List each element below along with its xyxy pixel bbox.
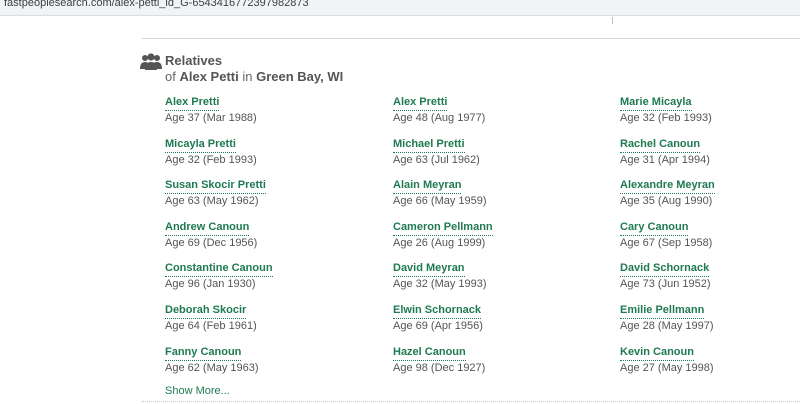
relative-entry: Alain Meyran Age 66 (May 1959) (393, 175, 593, 207)
relative-name-link[interactable]: David Meyran (393, 262, 465, 278)
separator-tick (612, 17, 613, 24)
relative-age: Age 64 (Feb 1961) (165, 320, 257, 332)
relative-name-link[interactable]: Hazel Canoun (393, 346, 466, 361)
relative-name-link[interactable]: Alain Meyran (393, 179, 462, 195)
relative-age: Age 35 (Aug 1990) (620, 195, 713, 208)
relative-entry: Cary Canoun Age 67 (Sep 1958) (620, 217, 800, 249)
bottom-divider (142, 401, 800, 403)
relative-entry: Constantine Canoun Age 96 (Jan 1930) (165, 258, 365, 290)
relative-name-link[interactable]: Alex Pretti (165, 96, 220, 111)
relative-entry: Alex Pretti Age 48 (Aug 1977) (393, 92, 593, 124)
relative-age: Age 28 (May 1997) (620, 320, 714, 332)
relative-name-link[interactable]: Michael Pretti (393, 138, 465, 153)
relative-entry: David Meyran Age 32 (May 1993) (393, 258, 593, 290)
relative-name-link[interactable]: Cary Canoun (620, 221, 689, 236)
relative-age: Age 73 (Jun 1952) (620, 278, 711, 291)
relative-entry: Elwin Schornack Age 69 (Apr 1956) (393, 300, 593, 332)
relative-name-link[interactable]: Elwin Schornack (393, 304, 482, 319)
relative-name-link[interactable]: Marie Micayla (620, 96, 692, 111)
relative-entry: Michael Pretti Age 63 (Jul 1962) (393, 134, 593, 166)
relative-age: Age 62 (May 1963) (165, 361, 259, 374)
relative-age: Age 67 (Sep 1958) (620, 236, 713, 249)
relative-entry: Alex Pretti Age 37 (Mar 1988) (165, 92, 365, 124)
relative-name-link[interactable]: Emilie Pellmann (620, 304, 705, 319)
subtitle-location: Green Bay, WI (256, 69, 344, 84)
section-subtitle: of Alex Petti in Green Bay, WI (165, 69, 343, 84)
relative-name-link[interactable]: Rachel Canoun (620, 138, 701, 153)
browser-address-bar[interactable]: fastpeoplesearch.com/alex-petti_id_G-654… (0, 0, 800, 16)
relative-name-link[interactable]: Constantine Canoun (165, 262, 273, 278)
relative-name-link[interactable]: Alexandre Meyran (620, 179, 715, 195)
relative-name-link[interactable]: Deborah Skocir (165, 304, 247, 319)
subtitle-person: Alex Petti (179, 69, 239, 84)
relative-age: Age 37 (Mar 1988) (165, 112, 257, 124)
relative-name-link[interactable]: Alex Pretti (393, 96, 448, 111)
relative-entry: Rachel Canoun Age 31 (Apr 1994) (620, 134, 800, 166)
relative-entry: Fanny Canoun Age 62 (May 1963) (165, 342, 365, 374)
relative-name-link[interactable]: Fanny Canoun (165, 346, 242, 361)
relative-entry: Micayla Pretti Age 32 (Feb 1993) (165, 134, 365, 166)
relative-age: Age 69 (Dec 1956) (165, 236, 258, 249)
relative-age: Age 48 (Aug 1977) (393, 112, 486, 124)
relative-age: Age 26 (Aug 1999) (393, 236, 486, 249)
relative-age: Age 69 (Apr 1956) (393, 320, 483, 332)
relative-entry: Deborah Skocir Age 64 (Feb 1961) (165, 300, 365, 332)
subtitle-in: in (242, 69, 253, 84)
relative-age: Age 32 (May 1993) (393, 278, 487, 291)
relative-age: Age 32 (Feb 1993) (165, 153, 257, 166)
subtitle-of: of (165, 69, 176, 84)
section-title: Relatives (165, 53, 223, 68)
relative-age: Age 31 (Apr 1994) (620, 153, 710, 166)
relative-entry: Kevin Canoun Age 27 (May 1998) (620, 342, 800, 374)
relative-age: Age 63 (May 1962) (165, 195, 259, 208)
relative-age: Age 66 (May 1959) (393, 195, 487, 208)
relative-entry: Hazel Canoun Age 98 (Dec 1927) (393, 342, 593, 374)
relative-entry: David Schornack Age 73 (Jun 1952) (620, 258, 800, 290)
group-icon (140, 53, 162, 70)
section-divider (142, 38, 800, 39)
relative-entry: Andrew Canoun Age 69 (Dec 1956) (165, 217, 365, 249)
relative-name-link[interactable]: Kevin Canoun (620, 346, 694, 361)
relative-entry: Cameron Pellmann Age 26 (Aug 1999) (393, 217, 593, 249)
url-text[interactable]: fastpeoplesearch.com/alex-petti_id_G-654… (4, 0, 309, 9)
relative-entry: Susan Skocir Pretti Age 63 (May 1962) (165, 175, 365, 207)
relative-entry: Alexandre Meyran Age 35 (Aug 1990) (620, 175, 800, 207)
relative-name-link[interactable]: David Schornack (620, 262, 710, 278)
relative-name-link[interactable]: Micayla Pretti (165, 138, 236, 153)
relative-entry: Emilie Pellmann Age 28 (May 1997) (620, 300, 800, 332)
relative-age: Age 98 (Dec 1927) (393, 361, 486, 374)
relative-age: Age 63 (Jul 1962) (393, 153, 480, 166)
relative-age: Age 27 (May 1998) (620, 361, 714, 374)
relative-age: Age 32 (Feb 1993) (620, 112, 712, 124)
relative-name-link[interactable]: Andrew Canoun (165, 221, 250, 236)
relative-entry: Marie Micayla Age 32 (Feb 1993) (620, 92, 800, 124)
relative-age: Age 96 (Jan 1930) (165, 278, 256, 291)
relative-name-link[interactable]: Cameron Pellmann (393, 221, 493, 236)
show-more-link[interactable]: Show More... (165, 385, 230, 397)
relative-name-link[interactable]: Susan Skocir Pretti (165, 179, 266, 195)
